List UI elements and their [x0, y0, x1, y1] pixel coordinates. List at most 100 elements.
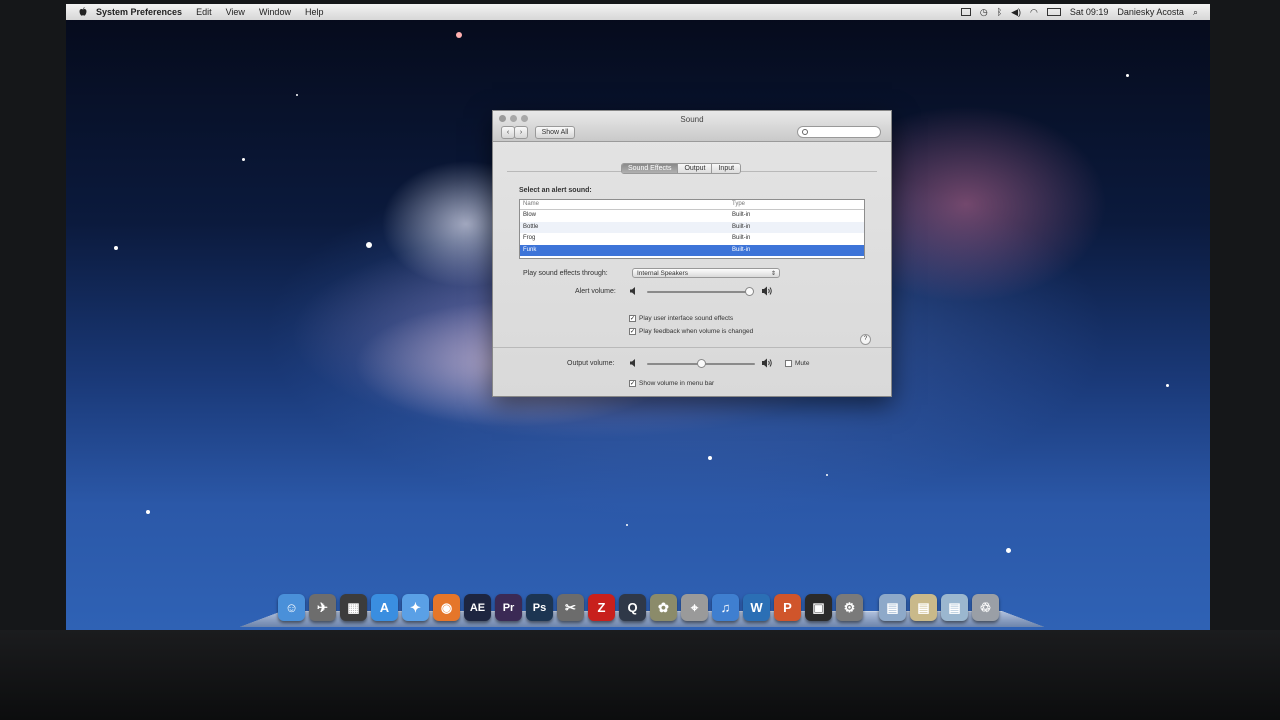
- star: [114, 246, 118, 250]
- monitor-bezel: [0, 630, 1280, 720]
- sound-preferences-window: Sound ‹ › Show All Sound Effects Output …: [492, 110, 892, 397]
- powerpoint-icon[interactable]: P: [774, 594, 801, 621]
- word-icon[interactable]: W: [743, 594, 770, 621]
- help-button[interactable]: ?: [860, 334, 871, 345]
- ui-sounds-checkbox-row[interactable]: ✓ Play user interface sound effects: [629, 315, 733, 322]
- menu-clock[interactable]: Sat 09:19: [1070, 7, 1109, 17]
- select-alert-label: Select an alert sound:: [519, 187, 592, 194]
- downloads-folder-icon[interactable]: ▤: [941, 594, 968, 621]
- column-header-name[interactable]: Name: [520, 200, 729, 209]
- sound-type: Built-in: [732, 246, 751, 253]
- star: [826, 474, 828, 476]
- menu-edit[interactable]: Edit: [196, 7, 212, 17]
- alert-volume-label: Alert volume:: [575, 288, 616, 295]
- alert-volume-knob[interactable]: [744, 287, 754, 296]
- tab-sound-effects[interactable]: Sound Effects: [622, 164, 679, 173]
- menu-bar: System Preferences Edit View Window Help…: [66, 4, 1210, 20]
- display-icon[interactable]: [960, 8, 971, 16]
- list-item-selected[interactable]: Funk Built-in: [520, 244, 864, 256]
- back-button[interactable]: ‹: [501, 126, 515, 139]
- star: [366, 242, 372, 248]
- output-volume-label: Output volume:: [567, 360, 615, 367]
- speaker-low-icon: [630, 359, 635, 367]
- speaker-high-icon: [762, 358, 772, 368]
- search-icon: [802, 129, 808, 135]
- after-effects-icon[interactable]: AE: [464, 594, 491, 621]
- list-item[interactable]: Bottle Built-in: [520, 221, 864, 233]
- list-item[interactable]: Blow Built-in: [520, 210, 864, 222]
- feedback-checkbox-row[interactable]: ✓ Play feedback when volume is changed: [629, 328, 753, 335]
- wifi-icon[interactable]: ◠: [1030, 7, 1038, 18]
- show-volume-checkbox[interactable]: ✓: [629, 380, 636, 387]
- tab-output[interactable]: Output: [678, 164, 713, 173]
- chevron-updown-icon: ⇕: [770, 271, 776, 277]
- star: [456, 32, 462, 38]
- mute-checkbox-row[interactable]: Mute: [785, 360, 809, 367]
- output-device-select[interactable]: Internal Speakers ⇕: [632, 268, 780, 278]
- menu-window[interactable]: Window: [259, 7, 291, 17]
- search-input[interactable]: [797, 126, 881, 138]
- app-store-icon[interactable]: A: [371, 594, 398, 621]
- filezilla-icon[interactable]: Z: [588, 594, 615, 621]
- feedback-checkbox[interactable]: ✓: [629, 328, 636, 335]
- column-header-type[interactable]: Type: [729, 200, 745, 209]
- system-preferences-icon[interactable]: ⚙: [836, 594, 863, 621]
- finder-icon[interactable]: ☺: [278, 594, 305, 621]
- forward-button[interactable]: ›: [514, 126, 528, 139]
- star: [1006, 548, 1011, 553]
- final-cut-icon[interactable]: ✂: [557, 594, 584, 621]
- firefox-icon[interactable]: ◉: [433, 594, 460, 621]
- star: [1166, 384, 1169, 387]
- section-divider: [493, 347, 891, 348]
- speaker-high-icon: [762, 286, 772, 296]
- sound-name: Blow: [523, 212, 537, 218]
- star: [296, 94, 298, 96]
- star: [242, 158, 245, 161]
- volume-icon[interactable]: ◀): [1011, 7, 1021, 18]
- show-all-button[interactable]: Show All: [535, 126, 575, 139]
- star: [626, 524, 628, 526]
- trash-icon[interactable]: ♲: [972, 594, 999, 621]
- list-item[interactable]: Frog Built-in: [520, 233, 864, 245]
- sound-name: Bottle: [523, 223, 539, 230]
- bluetooth-icon[interactable]: ᛒ: [997, 7, 1002, 17]
- menu-help[interactable]: Help: [305, 7, 324, 17]
- star: [708, 456, 712, 460]
- photo-booth-icon[interactable]: ▣: [805, 594, 832, 621]
- applications-folder-icon[interactable]: ▤: [879, 594, 906, 621]
- iphoto-icon[interactable]: ✿: [650, 594, 677, 621]
- tab-input[interactable]: Input: [712, 164, 741, 173]
- quicktime-icon[interactable]: Q: [619, 594, 646, 621]
- feedback-label: Play feedback when volume is changed: [639, 328, 754, 335]
- battery-icon[interactable]: [1046, 8, 1061, 16]
- window-titlebar[interactable]: Sound ‹ › Show All: [493, 111, 891, 142]
- ui-sounds-label: Play user interface sound effects: [639, 315, 734, 322]
- safari-icon[interactable]: ✦: [402, 594, 429, 621]
- sound-type: Built-in: [732, 212, 751, 218]
- alert-sound-list[interactable]: Name Type Blow Built-in Bottle Built-in …: [519, 199, 865, 259]
- star: [1126, 74, 1129, 77]
- documents-folder-icon[interactable]: ▤: [910, 594, 937, 621]
- image-capture-icon[interactable]: ⌖: [681, 594, 708, 621]
- play-through-label: Play sound effects through:: [523, 270, 608, 277]
- output-volume-knob[interactable]: [697, 359, 706, 368]
- window-title: Sound: [680, 115, 704, 124]
- menu-user[interactable]: Daniesky Acosta: [1117, 7, 1184, 17]
- desktop: System Preferences Edit View Window Help…: [66, 4, 1210, 630]
- status-area: ◷ ᛒ ◀) ◠ Sat 09:19 Daniesky Acosta ⌕: [960, 7, 1210, 18]
- premiere-icon[interactable]: Pr: [495, 594, 522, 621]
- menu-app-name[interactable]: System Preferences: [96, 7, 182, 17]
- show-volume-checkbox-row[interactable]: ✓ Show volume in menu bar: [629, 380, 714, 387]
- alert-volume-slider[interactable]: [647, 291, 751, 293]
- spotlight-icon[interactable]: ⌕: [1193, 7, 1198, 18]
- apple-icon[interactable]: [78, 7, 88, 17]
- launchpad-icon[interactable]: ✈: [309, 594, 336, 621]
- menu-view[interactable]: View: [226, 7, 245, 17]
- sound-tabs: Sound Effects Output Input: [621, 163, 742, 174]
- time-machine-icon[interactable]: ◷: [980, 7, 988, 18]
- itunes-icon[interactable]: ♫: [712, 594, 739, 621]
- mute-checkbox[interactable]: [785, 360, 792, 367]
- ui-sounds-checkbox[interactable]: ✓: [629, 315, 636, 322]
- photoshop-icon[interactable]: Ps: [526, 594, 553, 621]
- mission-control-icon[interactable]: ▦: [340, 594, 367, 621]
